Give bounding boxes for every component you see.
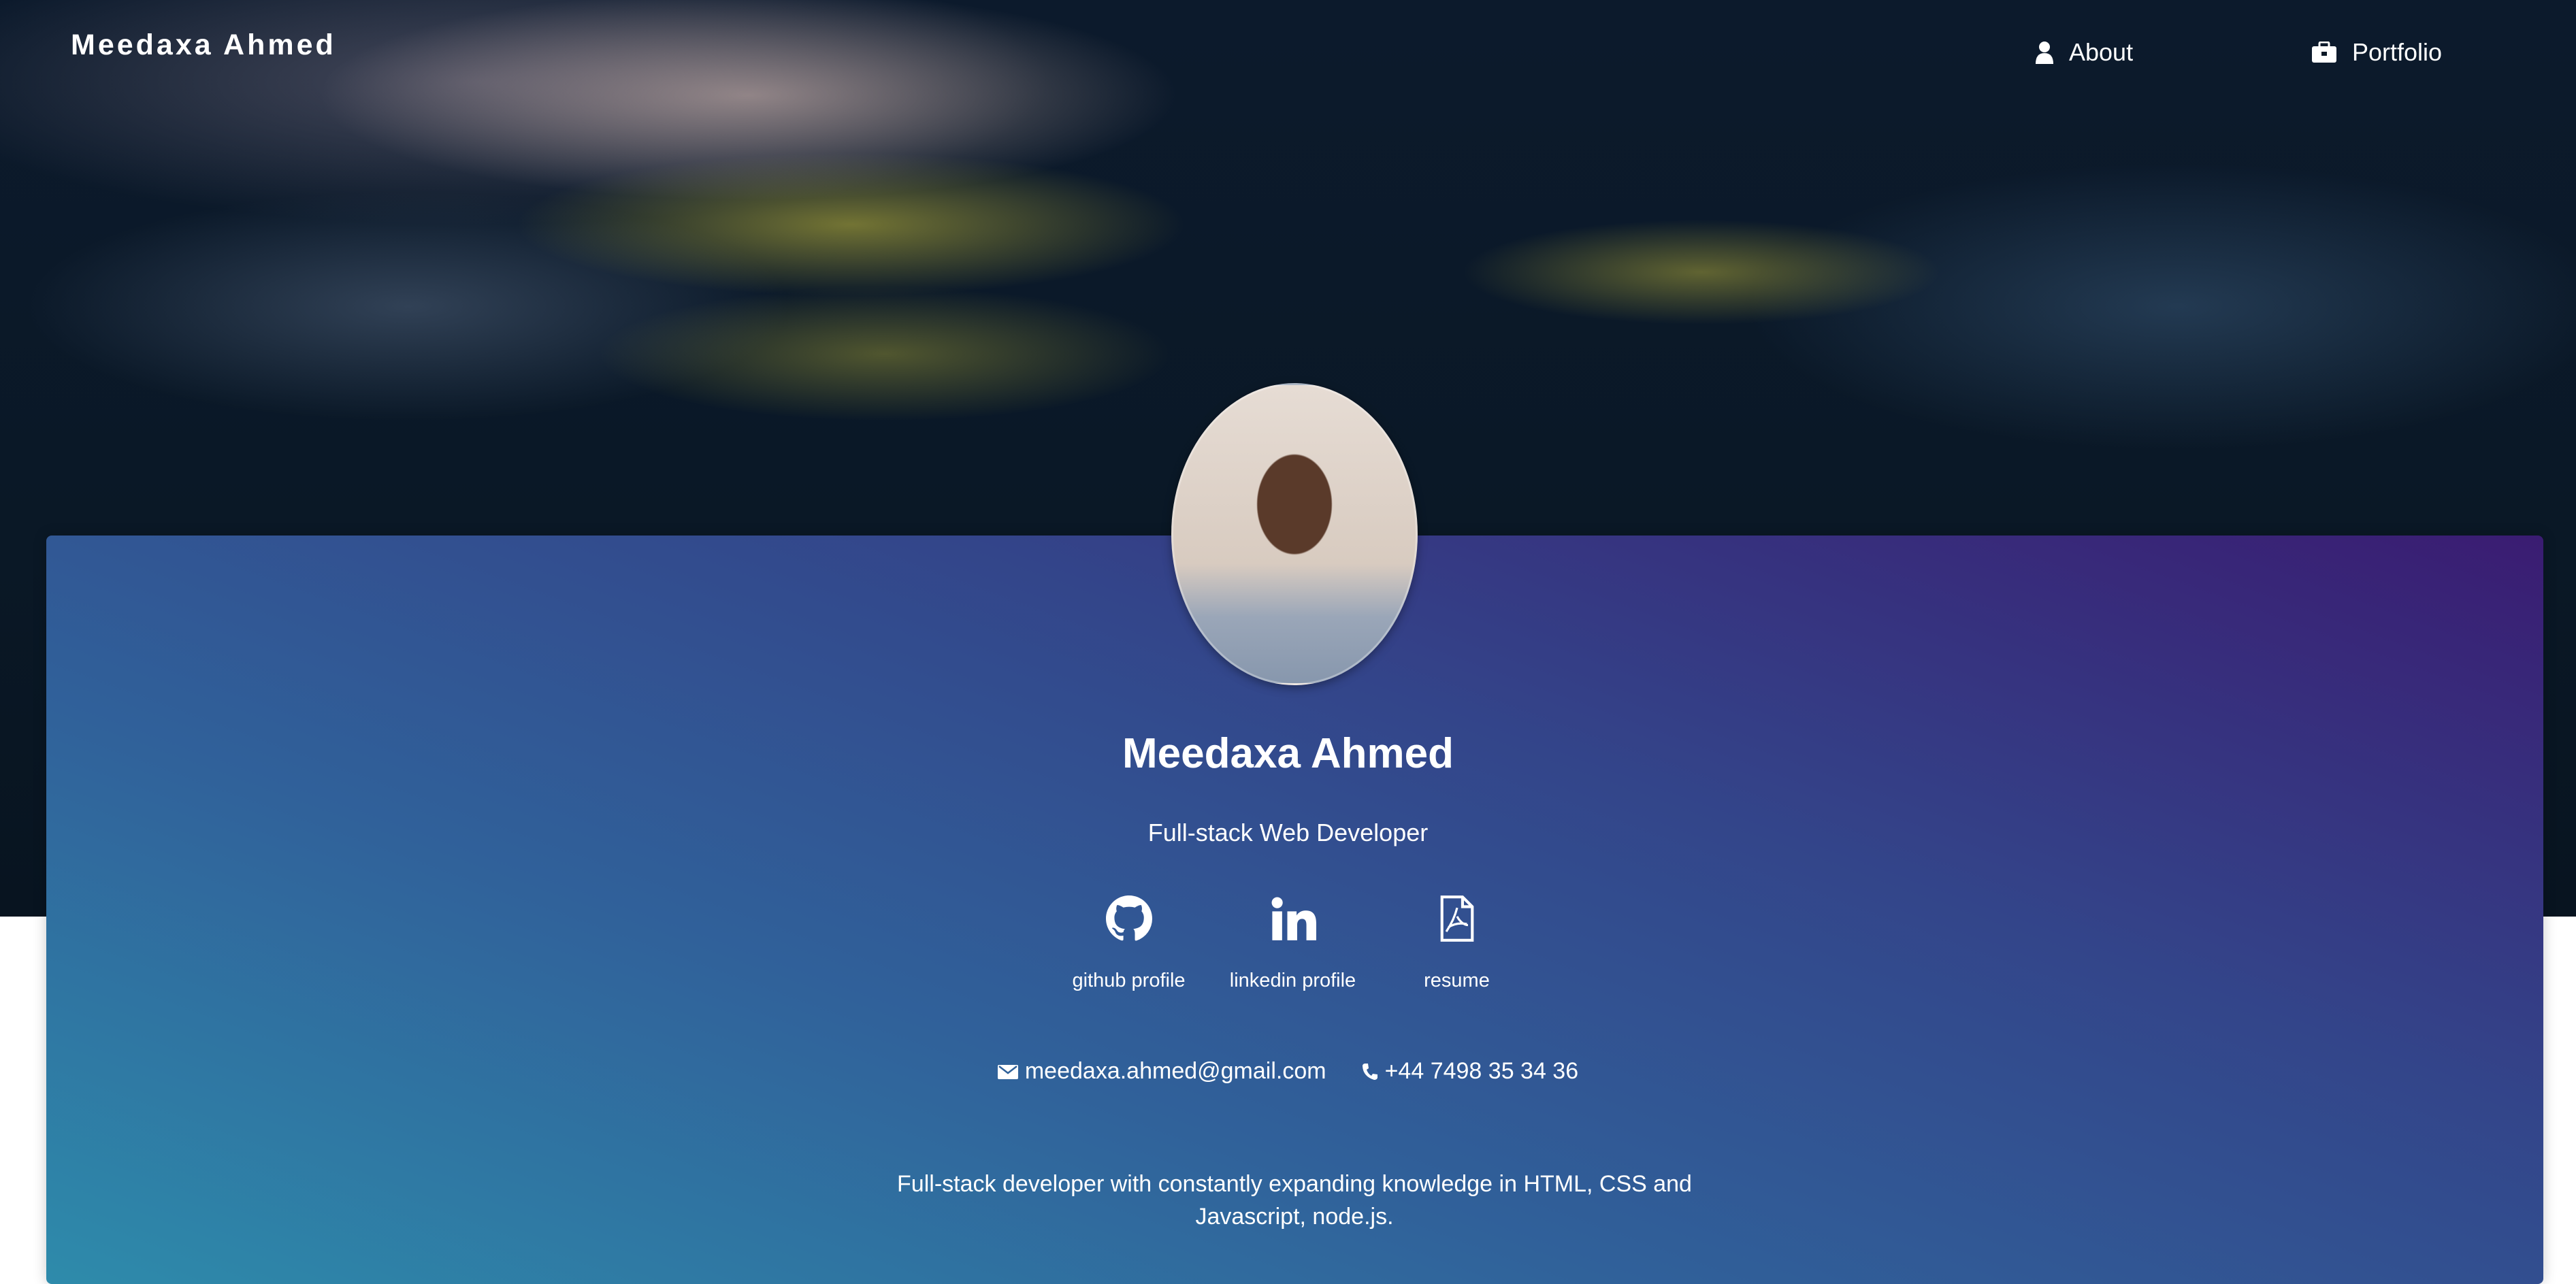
linkedin-icon xyxy=(1271,897,1316,940)
email-text: meedaxa.ahmed@gmail.com xyxy=(1024,1058,1326,1084)
profile-links: github profile linkedin profile resume xyxy=(1047,895,1539,992)
phone-icon xyxy=(1362,1063,1377,1080)
phone-link[interactable]: +44 7498 35 34 36 xyxy=(1362,1058,1579,1085)
profile-role: Full-stack Web Developer xyxy=(1147,819,1429,846)
profile-description: Full-stack developer with constantly exp… xyxy=(897,1171,1692,1230)
contact-info: meedaxa.ahmed@gmail.com +44 7498 35 34 3… xyxy=(0,1058,2576,1085)
site-logo[interactable]: Meedaxa Ahmed xyxy=(71,29,336,62)
profile-avatar xyxy=(1171,383,1418,685)
resume-label: resume xyxy=(1424,970,1490,991)
github-label: github profile xyxy=(1072,970,1186,991)
nav-about[interactable]: About xyxy=(2035,38,2133,67)
github-icon xyxy=(1105,895,1152,941)
linkedin-link[interactable]: linkedin profile xyxy=(1211,895,1375,992)
nav-about-label: About xyxy=(2069,38,2134,66)
email-link[interactable]: meedaxa.ahmed@gmail.com xyxy=(997,1058,1326,1085)
briefcase-icon xyxy=(2312,42,2336,63)
profile-name: Meedaxa Ahmed xyxy=(1122,730,1454,777)
user-icon xyxy=(2036,42,2053,64)
linkedin-label: linkedin profile xyxy=(1229,970,1356,991)
phone-text: +44 7498 35 34 36 xyxy=(1384,1058,1579,1084)
github-link[interactable]: github profile xyxy=(1047,895,1211,992)
pdf-file-icon xyxy=(1440,895,1473,942)
envelope-icon xyxy=(997,1064,1018,1079)
resume-link[interactable]: resume xyxy=(1375,895,1539,992)
nav-portfolio-label: Portfolio xyxy=(2352,38,2443,66)
nav-portfolio[interactable]: Portfolio xyxy=(2311,38,2442,67)
